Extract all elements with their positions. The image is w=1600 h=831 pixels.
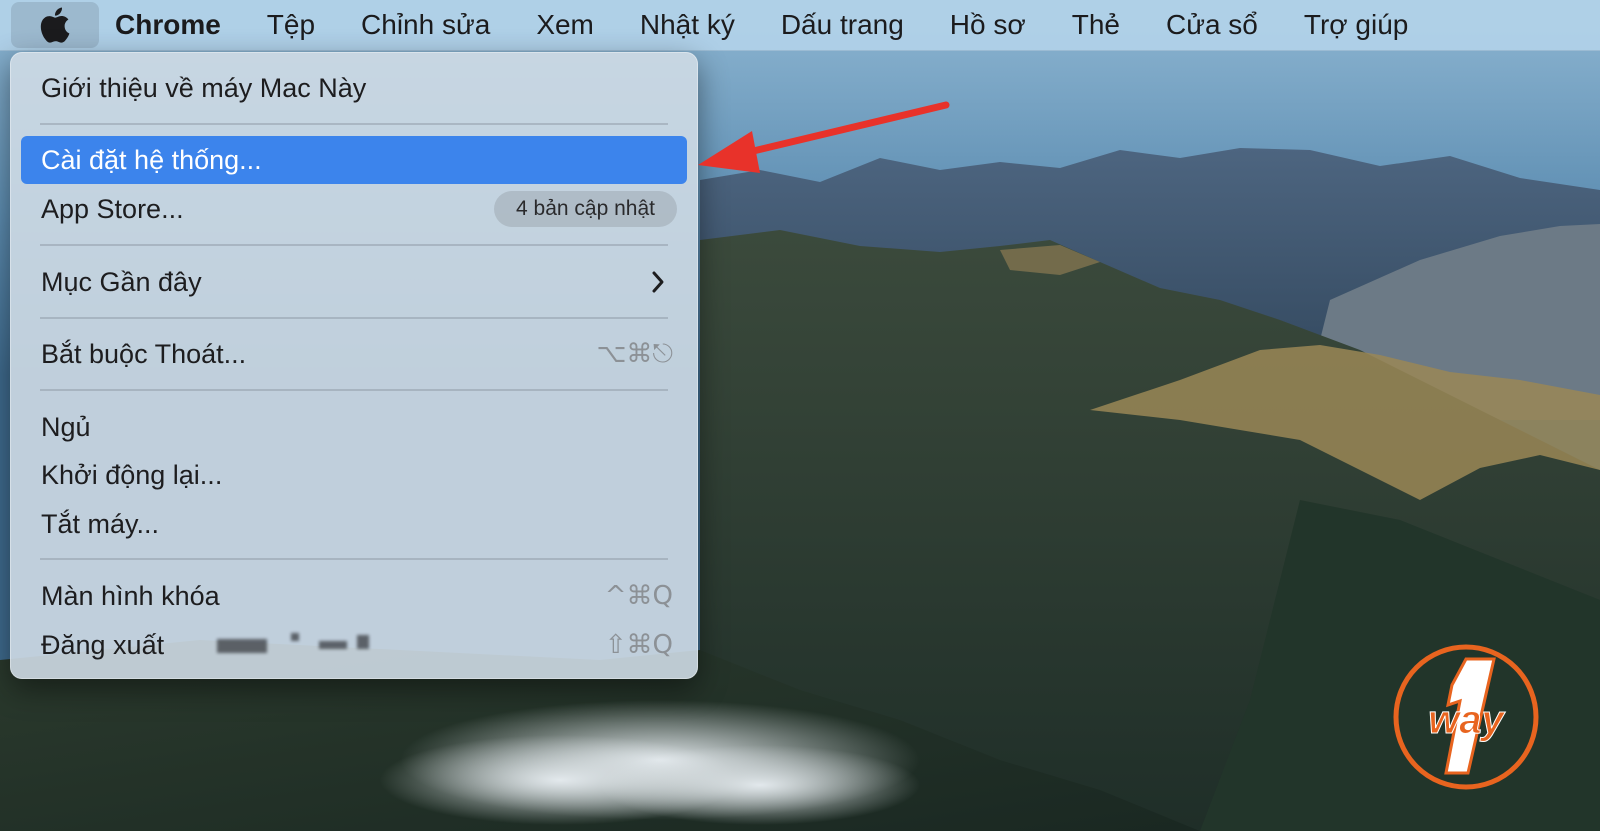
menubar-item-file[interactable]: Tệp <box>267 9 315 41</box>
menubar-item-help[interactable]: Trợ giúp <box>1304 9 1408 41</box>
menu-separator <box>40 389 668 391</box>
menu-item-about[interactable]: Giới thiệu về máy Mac Này <box>21 64 687 112</box>
menubar-app-name[interactable]: Chrome <box>115 9 221 41</box>
menu-item-label: Màn hình khóa <box>41 580 220 611</box>
menu-separator <box>40 317 668 319</box>
menu-item-label: Ngủ <box>41 411 91 442</box>
menu-item-log-out[interactable]: Đăng xuất ⇧⌘Q <box>21 621 687 669</box>
menubar-item-tab[interactable]: Thẻ <box>1072 9 1120 41</box>
keyboard-shortcut: ^⌘Q <box>604 581 673 611</box>
menu-item-recent-items[interactable]: Mục Gần đây <box>21 258 687 306</box>
menu-item-label: Cài đặt hệ thống... <box>41 144 262 175</box>
red-arrow-annotation <box>698 101 950 173</box>
keyboard-shortcut: ⌥⌘⎋ <box>596 339 673 369</box>
menu-separator <box>40 123 668 125</box>
menu-item-label: Mục Gần đây <box>41 266 202 297</box>
menu-item-restart[interactable]: Khởi động lại... <box>21 451 687 499</box>
keyboard-shortcut: ⇧⌘Q <box>604 630 673 660</box>
menubar-item-profiles[interactable]: Hồ sơ <box>950 9 1026 41</box>
menu-item-label: Bắt buộc Thoát... <box>41 338 247 369</box>
menu-item-label: Tắt máy... <box>41 508 160 539</box>
menu-item-sleep[interactable]: Ngủ <box>21 403 687 451</box>
apple-menu-dropdown: Giới thiệu về máy Mac Này Cài đặt hệ thố… <box>10 52 698 679</box>
menu-item-shutdown[interactable]: Tắt máy... <box>21 500 687 548</box>
menubar-item-history[interactable]: Nhật ký <box>640 9 735 41</box>
apple-menu-button[interactable] <box>11 2 99 48</box>
menu-separator <box>40 558 668 560</box>
menu-item-label: Đăng xuất <box>41 629 165 660</box>
menu-separator <box>40 244 668 246</box>
menu-bar: Chrome Tệp Chỉnh sửa Xem Nhật ký Dấu tra… <box>0 0 1600 51</box>
redacted-username <box>211 633 411 657</box>
update-count-badge: 4 bản cập nhật <box>494 191 677 227</box>
menu-item-app-store[interactable]: App Store... 4 bản cập nhật <box>21 185 687 233</box>
watermark-logo: way <box>1393 644 1539 790</box>
menu-item-label: Giới thiệu về máy Mac Này <box>41 72 367 103</box>
menubar-item-window[interactable]: Cửa sổ <box>1166 9 1258 41</box>
logo-text: way <box>1428 698 1505 742</box>
apple-logo-icon <box>40 7 70 43</box>
menubar-item-view[interactable]: Xem <box>536 9 594 41</box>
chevron-right-icon <box>652 271 664 293</box>
menubar-item-edit[interactable]: Chỉnh sửa <box>361 9 490 41</box>
menubar-item-bookmarks[interactable]: Dấu trang <box>781 9 904 41</box>
menu-item-label: Khởi động lại... <box>41 459 223 490</box>
menu-item-force-quit[interactable]: Bắt buộc Thoát... ⌥⌘⎋ <box>21 330 687 378</box>
menu-item-system-settings[interactable]: Cài đặt hệ thống... <box>21 136 687 184</box>
menu-item-label: App Store... <box>41 193 184 224</box>
menu-item-lock-screen[interactable]: Màn hình khóa ^⌘Q <box>21 572 687 620</box>
